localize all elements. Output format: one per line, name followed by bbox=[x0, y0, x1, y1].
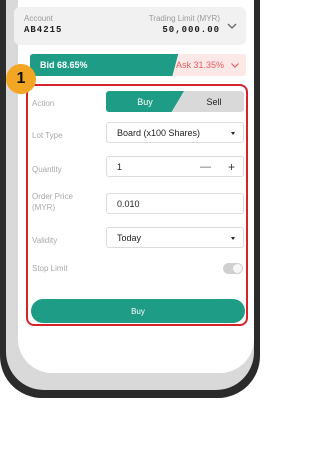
stop-limit-label: Stop Limit bbox=[32, 264, 68, 273]
chevron-down-icon[interactable] bbox=[226, 20, 238, 32]
ask-percentage: Ask 31.35% bbox=[175, 60, 224, 70]
caret-down-icon bbox=[231, 132, 235, 135]
quantity-label: Quantity bbox=[32, 165, 62, 174]
validity-value: Today bbox=[117, 233, 142, 243]
lot-type-value: Board (x100 Shares) bbox=[117, 128, 201, 138]
bid-ask-bar[interactable]: Bid 68.65% Ask 31.35% bbox=[30, 54, 246, 76]
quantity-value: 1 bbox=[117, 162, 123, 172]
minus-icon[interactable]: — bbox=[200, 161, 211, 173]
plus-icon[interactable]: + bbox=[228, 160, 235, 174]
account-number: AB4215 bbox=[24, 25, 63, 35]
action-label: Action bbox=[32, 99, 55, 108]
trading-limit-label: Trading Limit (MYR) bbox=[148, 14, 220, 23]
validity-label: Validity bbox=[32, 236, 58, 245]
lot-type-select[interactable]: Board (x100 Shares) bbox=[106, 122, 244, 143]
lot-type-label: Lot Type bbox=[32, 131, 63, 140]
tab-buy[interactable]: Buy bbox=[106, 91, 184, 112]
account-label: Account bbox=[24, 14, 53, 23]
toggle-knob bbox=[233, 264, 242, 273]
validity-select[interactable]: Today bbox=[106, 227, 244, 248]
account-selector[interactable]: Account AB4215 Trading Limit (MYR) 50,00… bbox=[14, 7, 246, 45]
quantity-stepper[interactable]: 1 — + bbox=[106, 156, 244, 177]
bid-percentage: Bid 68.65% bbox=[40, 60, 88, 70]
step-badge: 1 bbox=[6, 64, 36, 94]
stop-limit-toggle[interactable] bbox=[223, 263, 243, 274]
trading-limit-value: 50,000.00 bbox=[162, 25, 220, 35]
tab-sell[interactable]: Sell bbox=[174, 91, 244, 112]
order-price-value: 0.010 bbox=[117, 199, 140, 209]
order-form: Action Sell Buy Lot Type Board (x100 Sha… bbox=[26, 84, 248, 326]
caret-down-icon bbox=[231, 237, 235, 240]
order-price-input[interactable]: 0.010 bbox=[106, 193, 244, 214]
order-price-label: Order Price (MYR) bbox=[32, 192, 73, 212]
chevron-down-icon[interactable] bbox=[230, 60, 240, 70]
buy-sell-toggle: Sell Buy bbox=[106, 91, 244, 112]
buy-button[interactable]: Buy bbox=[31, 299, 245, 323]
